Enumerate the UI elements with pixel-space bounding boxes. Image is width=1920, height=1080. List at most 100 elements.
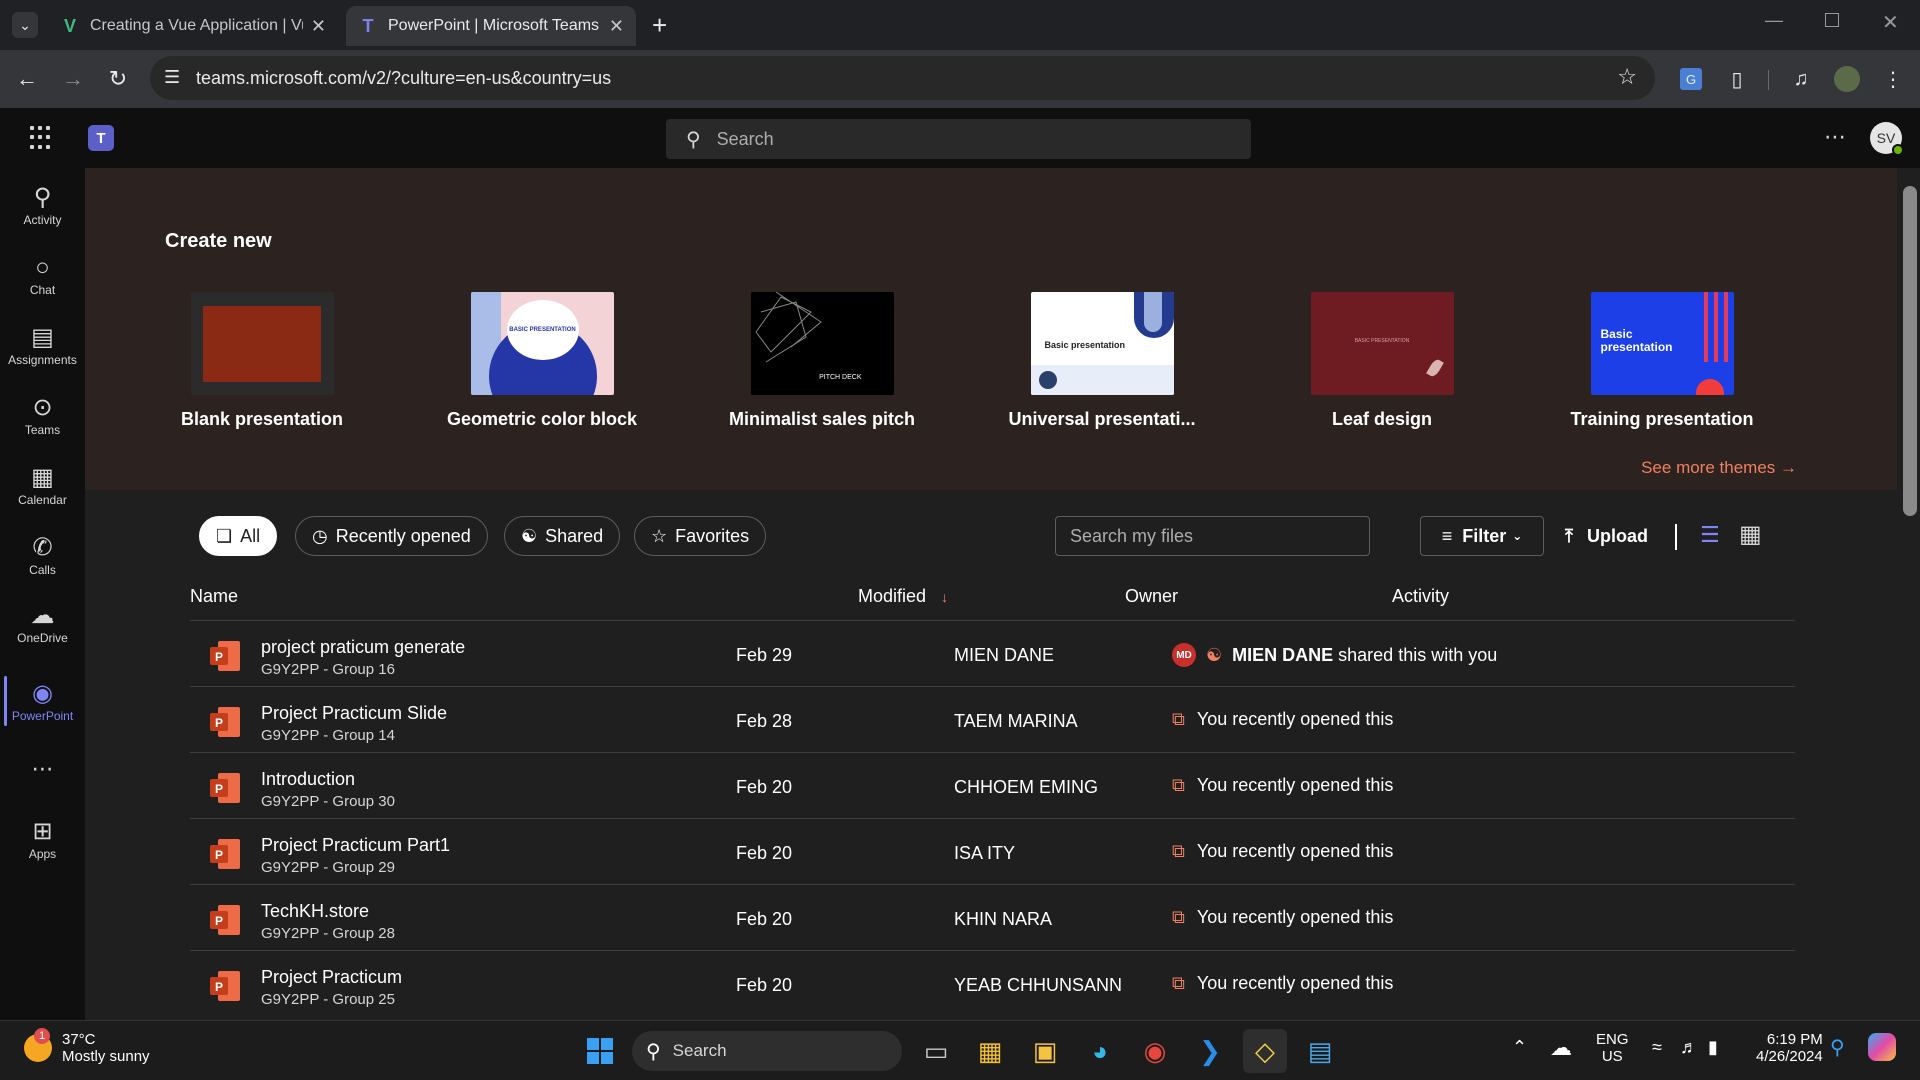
new-tab-icon[interactable]: +	[652, 10, 667, 41]
rail-item-apps[interactable]: ⊞ Apps	[0, 806, 85, 872]
restore-icon[interactable]	[1825, 13, 1839, 27]
column-activity[interactable]: Activity	[1392, 586, 1449, 607]
template-name: Geometric color block	[446, 409, 638, 429]
rail-label: PowerPoint	[11, 709, 74, 723]
sun-icon: 1	[24, 1028, 52, 1062]
rail-item-teams[interactable]: ⊙ Teams	[0, 382, 85, 448]
list-view-icon[interactable]: ☰	[1700, 522, 1720, 548]
template-geometric[interactable]: BASIC PRESENTATION Geometric color block	[427, 292, 657, 430]
filter-shared[interactable]: ☯ Shared	[504, 516, 621, 556]
close-window-icon[interactable]: ✕	[1882, 10, 1899, 35]
windows-start-icon[interactable]	[578, 1029, 622, 1073]
browser-tab-bar: ⌄ V Creating a Vue Application | Vue ✕ T…	[0, 0, 1920, 50]
filter-all[interactable]: ❏ All	[199, 516, 278, 556]
reload-icon[interactable]: ↻	[103, 64, 133, 94]
owner-avatar: MD	[1172, 643, 1196, 667]
notepad-icon[interactable]: ▤	[1298, 1029, 1342, 1073]
weather-widget[interactable]: 1 37°C Mostly sunny	[24, 1028, 150, 1065]
rail-item-chat[interactable]: ○ Chat	[0, 242, 85, 308]
menu-dots-icon[interactable]: ⋮	[1878, 64, 1908, 94]
rail-item-powerpoint[interactable]: ◉ PowerPoint	[0, 668, 85, 734]
upload-button[interactable]: ⤒ Upload	[1565, 516, 1648, 556]
column-modified[interactable]: Modified ↓	[858, 586, 948, 607]
vscode-icon[interactable]: ❯	[1188, 1029, 1232, 1073]
filter-favorites[interactable]: ☆ Favorites	[634, 516, 767, 556]
volume-icon[interactable]: ♬	[1680, 1037, 1698, 1058]
powerpoint-file-icon: P	[210, 773, 240, 803]
rail-item-calendar[interactable]: ▦ Calendar	[0, 452, 85, 518]
clock[interactable]: 6:19 PM 4/26/2024	[1756, 1031, 1823, 1065]
column-owner[interactable]: Owner	[1125, 586, 1178, 607]
pill-label: Favorites	[675, 525, 750, 546]
calendar-icon: ▦	[31, 464, 54, 491]
file-row[interactable]: P TechKH.store G9Y2PP - Group 28 Feb 20 …	[190, 885, 1795, 951]
more-options-icon[interactable]: ⋯	[1824, 124, 1846, 150]
search-input[interactable]: ⚲ Search	[666, 119, 1251, 159]
tab-teams[interactable]: T PowerPoint | Microsoft Teams ✕	[346, 6, 636, 46]
python-icon[interactable]: ◇	[1243, 1029, 1287, 1073]
forward-icon[interactable]: →	[58, 64, 88, 94]
file-row[interactable]: P project praticum generate G9Y2PP - Gro…	[190, 621, 1795, 687]
file-explorer-icon[interactable]: ▣	[1023, 1029, 1067, 1073]
section-title: Create new	[165, 230, 272, 252]
edge-icon[interactable]: ◕	[1078, 1029, 1122, 1073]
filter-recently-opened[interactable]: ◷ Recently opened	[295, 516, 488, 556]
open-external-icon: ⧉	[1172, 841, 1185, 861]
more-apps-icon[interactable]: ⋯	[0, 736, 85, 802]
template-minimalist[interactable]: PITCH DECK Minimalist sales pitch	[707, 292, 937, 430]
translate-icon[interactable]: G	[1676, 64, 1706, 94]
scrollbar-thumb[interactable]	[1903, 186, 1917, 516]
back-icon[interactable]: ←	[12, 64, 42, 94]
address-input[interactable]: ☰ teams.microsoft.com/v2/?culture=en-us&…	[150, 56, 1655, 100]
plus-icon: ⊞	[32, 818, 53, 845]
file-row[interactable]: P Introduction G9Y2PP - Group 30 Feb 20 …	[190, 753, 1795, 819]
close-icon[interactable]: ✕	[311, 16, 326, 37]
template-blank[interactable]: Blank presentation	[147, 292, 377, 430]
template-universal[interactable]: Basic presentation Universal presentati.…	[987, 292, 1217, 430]
file-row[interactable]: P Project Practicum Slide G9Y2PP - Group…	[190, 687, 1795, 753]
app-launcher-icon[interactable]	[30, 126, 54, 150]
rail-item-assignments[interactable]: ▤ Assignments	[0, 312, 85, 378]
extensions-icon[interactable]: ▯	[1722, 64, 1752, 94]
profile-avatar-icon[interactable]	[1832, 64, 1862, 94]
see-more-themes-link[interactable]: See more themes →	[1641, 458, 1797, 478]
battery-icon[interactable]: ▮	[1708, 1037, 1718, 1058]
template-training[interactable]: Basic presentation Training presentation	[1547, 292, 1777, 430]
chevron-down-icon: ⌄	[1512, 529, 1523, 543]
minimize-icon[interactable]: —	[1765, 10, 1783, 31]
wifi-icon[interactable]: ≈	[1652, 1037, 1662, 1058]
copilot-icon[interactable]	[1868, 1033, 1896, 1061]
tab-list-chevron-icon[interactable]: ⌄	[12, 12, 38, 38]
file-owner: CHHOEM EMING	[954, 777, 1098, 797]
star-icon[interactable]: ☆	[1617, 64, 1637, 90]
search-files-input[interactable]: Search my files	[1055, 516, 1370, 556]
search-files-placeholder: Search my files	[1070, 525, 1194, 546]
file-row[interactable]: P Project Practicum G9Y2PP - Group 25 Fe…	[190, 951, 1795, 1017]
close-icon[interactable]: ✕	[609, 16, 624, 37]
powerpoint-file-icon: P	[210, 707, 240, 737]
rail-item-onedrive[interactable]: ☁ OneDrive	[0, 590, 85, 656]
template-leaf[interactable]: BASIC PRESENTATION Leaf design	[1267, 292, 1497, 430]
microsoft-store-icon[interactable]: ▦	[968, 1029, 1012, 1073]
file-row[interactable]: P Project Practicum Part1 G9Y2PP - Group…	[190, 819, 1795, 885]
taskbar-search[interactable]: ⚲ Search	[632, 1031, 902, 1071]
filter-button[interactable]: ≡ Filter ⌄	[1420, 516, 1544, 556]
avatar[interactable]: SV	[1870, 122, 1904, 156]
phone-icon: ✆	[32, 534, 53, 561]
file-modified: Feb 29	[736, 645, 793, 665]
language-indicator[interactable]: ENG US	[1596, 1031, 1629, 1065]
tab-vue[interactable]: V Creating a Vue Application | Vue ✕	[48, 6, 338, 46]
media-icon[interactable]: ♫	[1786, 64, 1816, 94]
file-owner: ISA ITY	[954, 843, 1016, 863]
column-name[interactable]: Name	[190, 586, 238, 607]
onedrive-icon[interactable]: ☁	[1550, 1035, 1572, 1061]
task-view-icon[interactable]: ▭	[914, 1029, 958, 1073]
show-hidden-icons-icon[interactable]: ⌃	[1512, 1037, 1527, 1058]
rail-item-activity[interactable]: ⚲ Activity	[0, 172, 85, 238]
chrome-icon[interactable]: ◉	[1133, 1029, 1177, 1073]
site-info-icon[interactable]: ☰	[164, 67, 180, 88]
notification-bell-icon[interactable]: ⚲	[1830, 1035, 1845, 1060]
rail-item-calls[interactable]: ✆ Calls	[0, 522, 85, 588]
grid-view-icon[interactable]: ▦	[1739, 520, 1762, 549]
pill-label: Shared	[545, 525, 604, 546]
